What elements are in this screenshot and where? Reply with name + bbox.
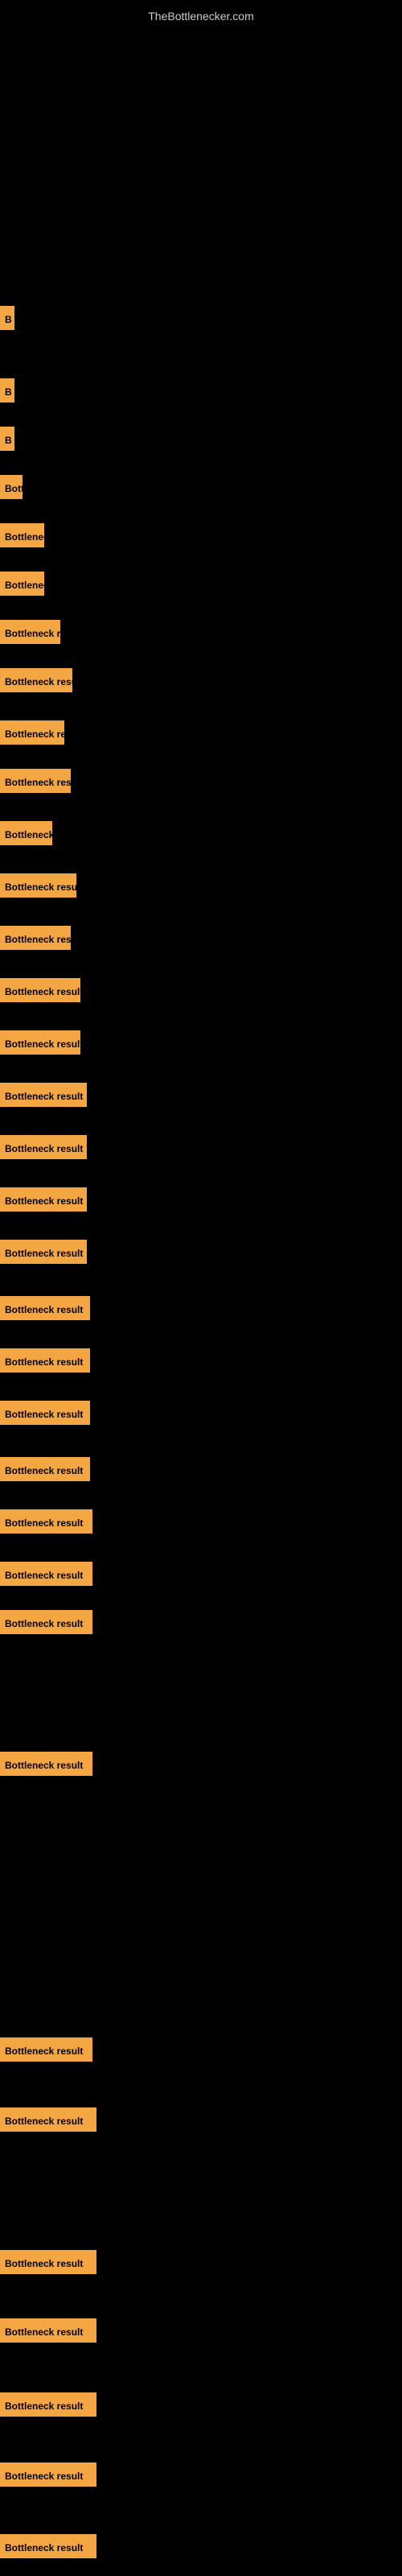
bar-label-8: Bottleneck result [0, 668, 72, 692]
bar-label-17: Bottleneck result [0, 1135, 87, 1159]
bar-label-7: Bottleneck re [0, 620, 60, 644]
bar-label-14: Bottleneck result [0, 978, 80, 1002]
bar-item-15: Bottleneck result [0, 1030, 80, 1059]
bar-item-9: Bottleneck re [0, 720, 64, 749]
bar-label-25: Bottleneck result [0, 1562, 92, 1586]
bar-label-10: Bottleneck resi [0, 769, 71, 793]
bar-item-16: Bottleneck result [0, 1083, 87, 1111]
bar-label-32: Bottleneck result [0, 2392, 96, 2417]
bar-label-11: Bottleneck [0, 821, 52, 845]
bar-item-19: Bottleneck result [0, 1240, 87, 1268]
bar-label-5: Bottleneck r [0, 523, 44, 547]
bar-item-2: B [0, 378, 14, 407]
bar-item-20: Bottleneck result [0, 1296, 90, 1324]
bar-label-18: Bottleneck result [0, 1187, 87, 1212]
bar-label-13: Bottleneck res [0, 926, 71, 950]
bar-label-30: Bottleneck result [0, 2250, 96, 2274]
bar-item-32: Bottleneck result [0, 2392, 96, 2421]
bar-item-30: Bottleneck result [0, 2250, 96, 2278]
bar-item-22: Bottleneck result [0, 1401, 90, 1429]
bar-label-34: Bottleneck result [0, 2534, 96, 2558]
bar-label-22: Bottleneck result [0, 1401, 90, 1425]
bar-label-20: Bottleneck result [0, 1296, 90, 1320]
bar-label-21: Bottleneck result [0, 1348, 90, 1373]
bar-label-29: Bottleneck result [0, 2107, 96, 2132]
bar-item-10: Bottleneck resi [0, 769, 71, 797]
bar-label-1: B [0, 306, 14, 330]
bar-item-26: Bottleneck result [0, 1610, 92, 1638]
bar-item-7: Bottleneck re [0, 620, 60, 648]
bar-item-3: B [0, 427, 14, 455]
bar-label-23: Bottleneck result [0, 1457, 90, 1481]
bar-label-2: B [0, 378, 14, 402]
bar-label-6: Bottlenec [0, 572, 44, 596]
bar-item-13: Bottleneck res [0, 926, 71, 954]
bar-label-26: Bottleneck result [0, 1610, 92, 1634]
bar-label-16: Bottleneck result [0, 1083, 87, 1107]
bar-label-28: Bottleneck result [0, 2037, 92, 2062]
bar-item-8: Bottleneck result [0, 668, 72, 696]
bar-item-28: Bottleneck result [0, 2037, 92, 2066]
bar-item-31: Bottleneck result [0, 2318, 96, 2347]
bar-item-11: Bottleneck [0, 821, 52, 849]
bar-label-12: Bottleneck result [0, 873, 76, 898]
bar-label-3: B [0, 427, 14, 451]
bar-item-34: Bottleneck result [0, 2534, 96, 2562]
bar-item-23: Bottleneck result [0, 1457, 90, 1485]
bar-label-15: Bottleneck result [0, 1030, 80, 1055]
bar-label-27: Bottleneck result [0, 1752, 92, 1776]
bar-item-17: Bottleneck result [0, 1135, 87, 1163]
bar-item-21: Bottleneck result [0, 1348, 90, 1377]
bar-label-24: Bottleneck result [0, 1509, 92, 1534]
bar-item-12: Bottleneck result [0, 873, 76, 902]
bar-label-33: Bottleneck result [0, 2462, 96, 2487]
bar-item-29: Bottleneck result [0, 2107, 96, 2136]
bar-item-6: Bottlenec [0, 572, 44, 600]
bar-item-1: B [0, 306, 14, 334]
bar-item-25: Bottleneck result [0, 1562, 92, 1590]
bar-item-5: Bottleneck r [0, 523, 44, 551]
site-title: TheBottlenecker.com [0, 3, 402, 29]
bar-item-33: Bottleneck result [0, 2462, 96, 2491]
bar-item-4: Bottlen [0, 475, 23, 503]
bar-label-4: Bottlen [0, 475, 23, 499]
bar-item-18: Bottleneck result [0, 1187, 87, 1216]
bar-label-31: Bottleneck result [0, 2318, 96, 2343]
bar-item-27: Bottleneck result [0, 1752, 92, 1780]
bar-label-9: Bottleneck re [0, 720, 64, 745]
bar-item-24: Bottleneck result [0, 1509, 92, 1538]
bar-item-14: Bottleneck result [0, 978, 80, 1006]
bar-label-19: Bottleneck result [0, 1240, 87, 1264]
